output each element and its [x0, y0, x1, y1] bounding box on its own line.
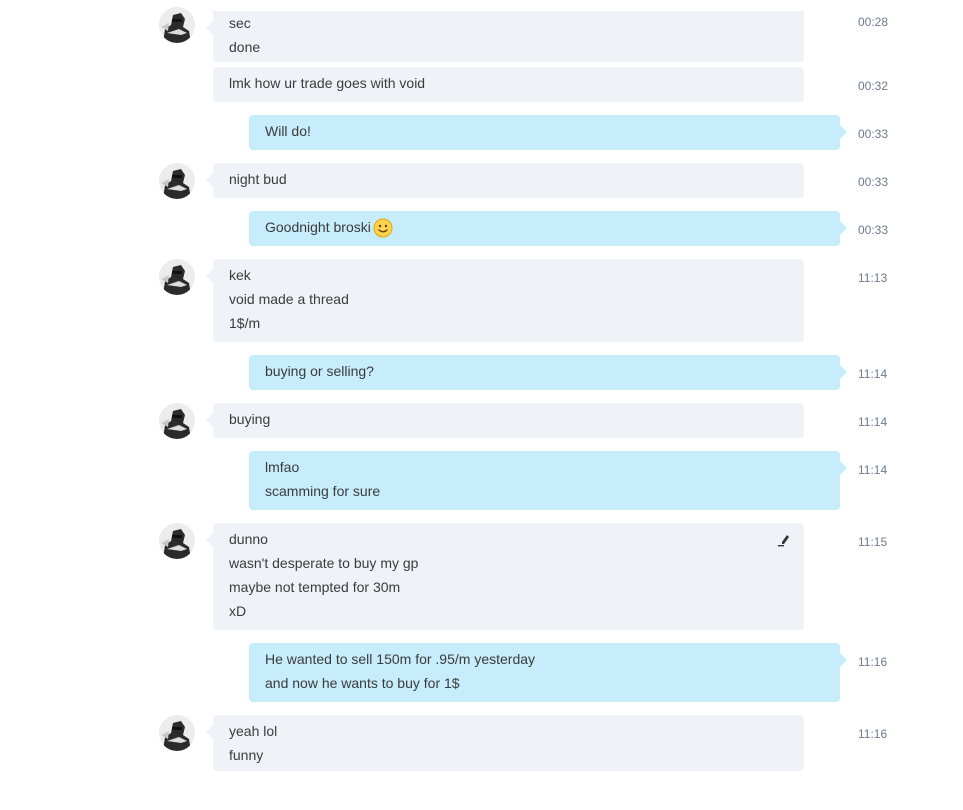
avatar[interactable] — [159, 403, 195, 439]
message-text: He wanted to sell 150m for .95/m yesterd… — [265, 651, 536, 667]
message-timestamp: 11:14 — [858, 463, 888, 477]
message-timestamp: 11:16 — [858, 655, 888, 669]
message-text: void made a thread — [229, 291, 349, 307]
message-bubble[interactable]: lmk how ur trade goes with void — [213, 67, 804, 102]
message-text: night bud — [229, 171, 287, 187]
edited-pencil-icon — [778, 533, 792, 547]
message-timestamp: 00:33 — [858, 127, 889, 141]
message-text: funny — [229, 747, 264, 763]
message-text: maybe not tempted for 30m — [229, 579, 401, 595]
message-text: 1$/m — [229, 315, 261, 331]
avatar[interactable] — [159, 163, 195, 199]
message-bubble[interactable]: buying or selling? — [249, 355, 847, 390]
message-bubble[interactable]: He wanted to sell 150m for .95/m yesterd… — [249, 643, 847, 702]
incoming-message-row: lmk how ur trade goes with void 00:32 — [0, 67, 963, 102]
incoming-message-row: kek void made a thread 1$/m 11:13 — [0, 259, 963, 342]
message-bubble[interactable]: yeah lol funny — [206, 715, 804, 771]
message-timestamp: 11:14 — [858, 367, 888, 381]
avatar[interactable] — [159, 715, 195, 751]
message-bubble[interactable]: kek void made a thread 1$/m — [206, 259, 804, 342]
message-timestamp: 11:15 — [858, 535, 888, 549]
message-text: done — [229, 39, 261, 55]
incoming-message-row: yeah lol funny 11:16 — [0, 715, 963, 771]
message-text: wasn't desperate to buy my gp — [229, 555, 419, 571]
smile-emoji-icon[interactable] — [373, 218, 393, 238]
message-text: lmk how ur trade goes with void — [229, 75, 426, 91]
message-timestamp: 00:33 — [858, 175, 889, 189]
message-bubble[interactable]: Will do! — [249, 115, 847, 150]
message-timestamp: 11:16 — [858, 727, 888, 741]
message-text: buying or selling? — [265, 363, 374, 379]
incoming-message-row: night bud 00:33 — [0, 163, 963, 199]
message-bubble[interactable]: buying — [206, 403, 804, 438]
message-bubble[interactable]: Goodnight broski — [249, 211, 847, 246]
message-text: xD — [229, 603, 247, 619]
message-text: kek — [229, 267, 251, 283]
outgoing-message-row: Will do! 00:33 — [0, 115, 963, 150]
message-text: and now he wants to buy for 1$ — [265, 675, 460, 691]
incoming-message-row: buying 11:14 — [0, 403, 963, 439]
outgoing-message-row: buying or selling? 11:14 — [0, 355, 963, 390]
message-line: Goodnight broski — [265, 215, 824, 239]
message-timestamp: 11:13 — [858, 271, 888, 285]
message-text: scamming for sure — [265, 483, 381, 499]
message-text: lmfao — [265, 459, 300, 475]
avatar[interactable] — [159, 523, 195, 559]
message-bubble[interactable]: lmfao scamming for sure — [249, 451, 847, 510]
message-bubble[interactable]: sec done — [206, 11, 804, 62]
message-text: buying — [229, 411, 271, 427]
message-text: dunno — [229, 531, 268, 547]
message-timestamp: 00:33 — [858, 223, 889, 237]
message-timestamp: 00:32 — [858, 79, 889, 93]
incoming-message-row: sec done 00:28 — [0, 7, 963, 62]
message-text: Goodnight broski — [265, 219, 371, 235]
outgoing-message-row: lmfao scamming for sure 11:14 — [0, 451, 963, 510]
avatar[interactable] — [159, 259, 195, 295]
message-timestamp: 11:14 — [858, 415, 888, 429]
outgoing-message-row: Goodnight broski 00:33 — [0, 211, 963, 246]
avatar[interactable] — [159, 7, 195, 43]
message-bubble[interactable]: night bud — [206, 163, 804, 198]
message-timestamp: 00:28 — [858, 15, 889, 29]
incoming-message-row: dunno wasn't desperate to buy my gp maybe … — [0, 523, 963, 630]
message-text: Will do! — [265, 123, 311, 139]
outgoing-message-row: He wanted to sell 150m for .95/m yesterd… — [0, 643, 963, 702]
message-text: yeah lol — [229, 723, 278, 739]
message-text: sec — [229, 15, 251, 31]
message-bubble[interactable]: dunno wasn't desperate to buy my gp maybe … — [206, 523, 804, 630]
